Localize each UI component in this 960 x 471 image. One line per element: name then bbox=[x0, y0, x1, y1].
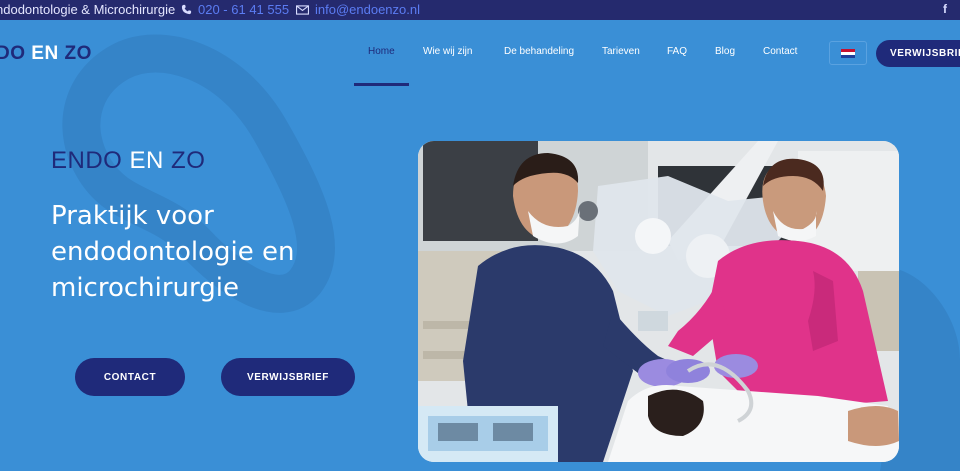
brand-text-3: ZO bbox=[163, 147, 206, 174]
nav-de-behandeling[interactable]: De behandeling bbox=[504, 46, 574, 57]
top-info-bar: ndodontologie & Microchirurgie 020 - 61 … bbox=[0, 0, 960, 20]
dutch-flag-icon bbox=[841, 48, 855, 58]
nav-tarieven[interactable]: Tarieven bbox=[602, 46, 640, 57]
dental-surgery-photo bbox=[418, 141, 899, 462]
nav-active-indicator bbox=[354, 83, 409, 86]
phone-number[interactable]: 020 - 61 41 555 bbox=[198, 2, 289, 17]
tagline: ndodontologie & Microchirurgie bbox=[0, 2, 176, 17]
nav-faq[interactable]: FAQ bbox=[667, 46, 687, 57]
brand-text-1: ENDO bbox=[51, 147, 130, 174]
phone-icon bbox=[181, 4, 192, 15]
contact-button[interactable]: CONTACT bbox=[75, 358, 185, 396]
nav-contact[interactable]: Contact bbox=[763, 46, 797, 57]
hero-brand: ENDO EN ZO bbox=[51, 147, 205, 175]
hero-headline: Praktijk voor endodontologie en microchi… bbox=[51, 201, 295, 303]
phone-link[interactable]: 020 - 61 41 555 bbox=[181, 2, 289, 17]
main-nav: Home Wie wij zijn De behandeling Tarieve… bbox=[0, 46, 960, 86]
nav-wie-wij-zijn[interactable]: Wie wij zijn bbox=[423, 46, 472, 57]
brand-text-2: EN bbox=[129, 147, 164, 174]
email-link[interactable]: info@endoenzo.nl bbox=[296, 2, 420, 17]
language-selector[interactable] bbox=[829, 41, 867, 65]
header-referral-button[interactable]: VERWIJSBRIEF bbox=[876, 40, 960, 67]
photo-illustration bbox=[418, 141, 899, 462]
nav-home[interactable]: Home bbox=[368, 46, 395, 57]
referral-button[interactable]: VERWIJSBRIEF bbox=[221, 358, 355, 396]
email-address[interactable]: info@endoenzo.nl bbox=[315, 2, 420, 17]
nav-blog[interactable]: Blog bbox=[715, 46, 735, 57]
facebook-icon[interactable]: f bbox=[943, 2, 947, 16]
hero-section: DO EN ZO Home Wie wij zijn De behandelin… bbox=[0, 20, 960, 471]
envelope-icon bbox=[296, 4, 309, 15]
